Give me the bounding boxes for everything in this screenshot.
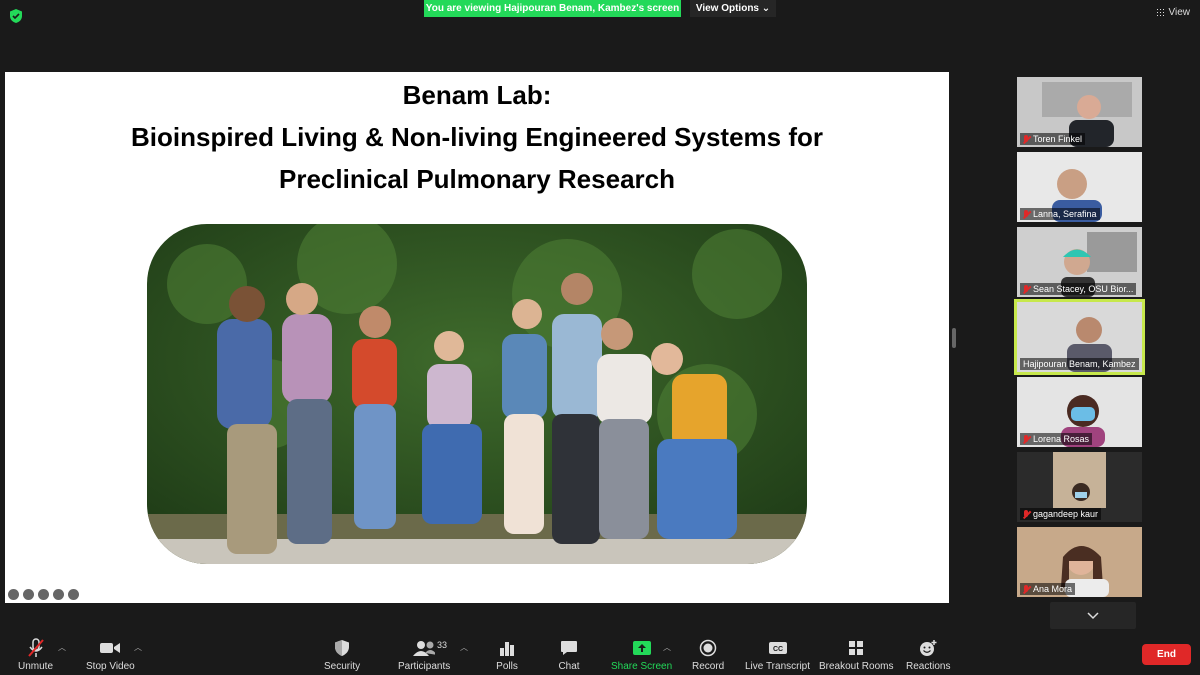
participant-tile[interactable]: gagandeep kaur bbox=[1017, 452, 1142, 522]
pointer-icon[interactable] bbox=[23, 589, 34, 600]
share-screen-label: Share Screen bbox=[611, 661, 673, 672]
participants-options-caret-icon[interactable]: ︿ bbox=[460, 642, 468, 653]
breakout-rooms-button[interactable]: Breakout Rooms bbox=[819, 638, 893, 672]
record-button[interactable]: Record bbox=[692, 638, 724, 672]
participant-name: Hajipouran Benam, Kambez bbox=[1020, 358, 1139, 370]
share-screen-icon bbox=[632, 641, 651, 655]
stop-video-button[interactable]: Stop Video bbox=[86, 638, 135, 672]
next-slide-icon[interactable] bbox=[68, 589, 79, 600]
record-icon bbox=[699, 639, 717, 657]
security-button[interactable]: Security bbox=[324, 638, 360, 672]
participant-tile-active-speaker[interactable]: Hajipouran Benam, Kambez bbox=[1014, 299, 1145, 375]
shared-screen: Benam Lab: Bioinspired Living & Non-livi… bbox=[5, 72, 949, 603]
mic-muted-icon bbox=[1023, 209, 1030, 219]
participant-name: Sean Stacey, OSU Bior... bbox=[1020, 283, 1137, 295]
participants-count: 33 bbox=[437, 640, 448, 650]
captions-icon[interactable] bbox=[38, 589, 49, 600]
reactions-label: Reactions bbox=[906, 661, 951, 672]
view-options-button[interactable]: View Options ⌄ bbox=[690, 0, 776, 17]
meeting-toolbar: Unmute ︿ Stop Video ︿ Security Participa… bbox=[0, 630, 1200, 675]
mic-muted-icon bbox=[1023, 584, 1030, 594]
security-label: Security bbox=[324, 661, 361, 672]
scroll-participants-down-button[interactable] bbox=[1050, 602, 1136, 629]
polls-button[interactable]: Polls bbox=[496, 638, 518, 672]
participant-name: Lanna, Serafina bbox=[1020, 208, 1100, 220]
svg-text:CC: CC bbox=[772, 646, 782, 653]
view-button[interactable]: View bbox=[1155, 7, 1191, 18]
participant-tile[interactable]: Toren Finkel bbox=[1017, 77, 1142, 147]
participant-name: Ana Mora bbox=[1020, 583, 1076, 595]
chevron-down-icon bbox=[1087, 611, 1099, 619]
closed-captions-icon: CC bbox=[768, 642, 787, 654]
mic-muted-icon bbox=[1023, 134, 1030, 144]
audio-options-caret-icon[interactable]: ︿ bbox=[58, 642, 66, 653]
chat-button[interactable]: Chat bbox=[558, 638, 580, 672]
previous-slide-icon[interactable] bbox=[8, 589, 19, 600]
slide-navigation bbox=[8, 589, 79, 600]
slide-title-line-1: Benam Lab: bbox=[402, 80, 552, 110]
chat-bubble-icon bbox=[561, 641, 577, 655]
smiley-plus-icon bbox=[920, 640, 937, 656]
zoom-meeting-window: You are viewing Hajipouran Benam, Kambez… bbox=[0, 0, 1200, 675]
resize-handle[interactable] bbox=[952, 328, 956, 348]
end-meeting-button[interactable]: End bbox=[1142, 644, 1191, 665]
participants-label: Participants bbox=[398, 661, 451, 672]
participant-tile[interactable]: Lanna, Serafina bbox=[1017, 152, 1142, 222]
participant-name: gagandeep kaur bbox=[1020, 508, 1102, 520]
video-camera-icon bbox=[100, 643, 121, 653]
mic-muted-icon bbox=[1023, 284, 1030, 294]
grid-view-icon bbox=[1155, 8, 1165, 17]
reactions-button[interactable]: Reactions bbox=[906, 638, 950, 672]
slide-title-line-2: Bioinspired Living & Non-living Engineer… bbox=[131, 122, 823, 152]
more-icon[interactable] bbox=[53, 589, 64, 600]
unmute-button[interactable]: Unmute bbox=[18, 638, 53, 672]
stop-video-label: Stop Video bbox=[86, 661, 135, 672]
participant-tile[interactable]: Sean Stacey, OSU Bior... bbox=[1017, 227, 1142, 297]
slide-title-line-3: Preclinical Pulmonary Research bbox=[279, 164, 675, 194]
participant-name: Lorena Rosas bbox=[1020, 433, 1093, 445]
video-options-caret-icon[interactable]: ︿ bbox=[134, 642, 142, 653]
chat-label: Chat bbox=[558, 661, 580, 672]
mic-muted-icon bbox=[27, 638, 44, 657]
share-options-caret-icon[interactable]: ︿ bbox=[663, 642, 671, 653]
unmute-label: Unmute bbox=[18, 661, 54, 672]
lab-group-photo bbox=[147, 224, 807, 564]
participants-icon bbox=[413, 641, 436, 656]
breakout-rooms-label: Breakout Rooms bbox=[819, 661, 894, 672]
live-transcript-button[interactable]: CC Live Transcript bbox=[745, 638, 810, 672]
live-transcript-label: Live Transcript bbox=[745, 661, 811, 672]
shield-check-icon[interactable] bbox=[8, 8, 24, 24]
bar-chart-icon bbox=[500, 642, 514, 656]
participant-tile[interactable]: Lorena Rosas bbox=[1017, 377, 1142, 447]
polls-label: Polls bbox=[496, 661, 518, 672]
record-label: Record bbox=[692, 661, 725, 672]
mic-muted-icon bbox=[1023, 509, 1030, 519]
mic-muted-icon bbox=[1023, 434, 1030, 444]
viewing-screen-banner: You are viewing Hajipouran Benam, Kambez… bbox=[424, 0, 681, 17]
participant-name: Toren Finkel bbox=[1020, 133, 1086, 145]
participant-tile[interactable]: Ana Mora bbox=[1017, 527, 1142, 597]
chevron-down-icon: ⌄ bbox=[761, 3, 771, 14]
view-options-label: View Options bbox=[695, 3, 759, 14]
breakout-rooms-icon bbox=[849, 641, 864, 655]
view-label: View bbox=[1168, 7, 1191, 18]
shield-icon bbox=[335, 640, 350, 656]
